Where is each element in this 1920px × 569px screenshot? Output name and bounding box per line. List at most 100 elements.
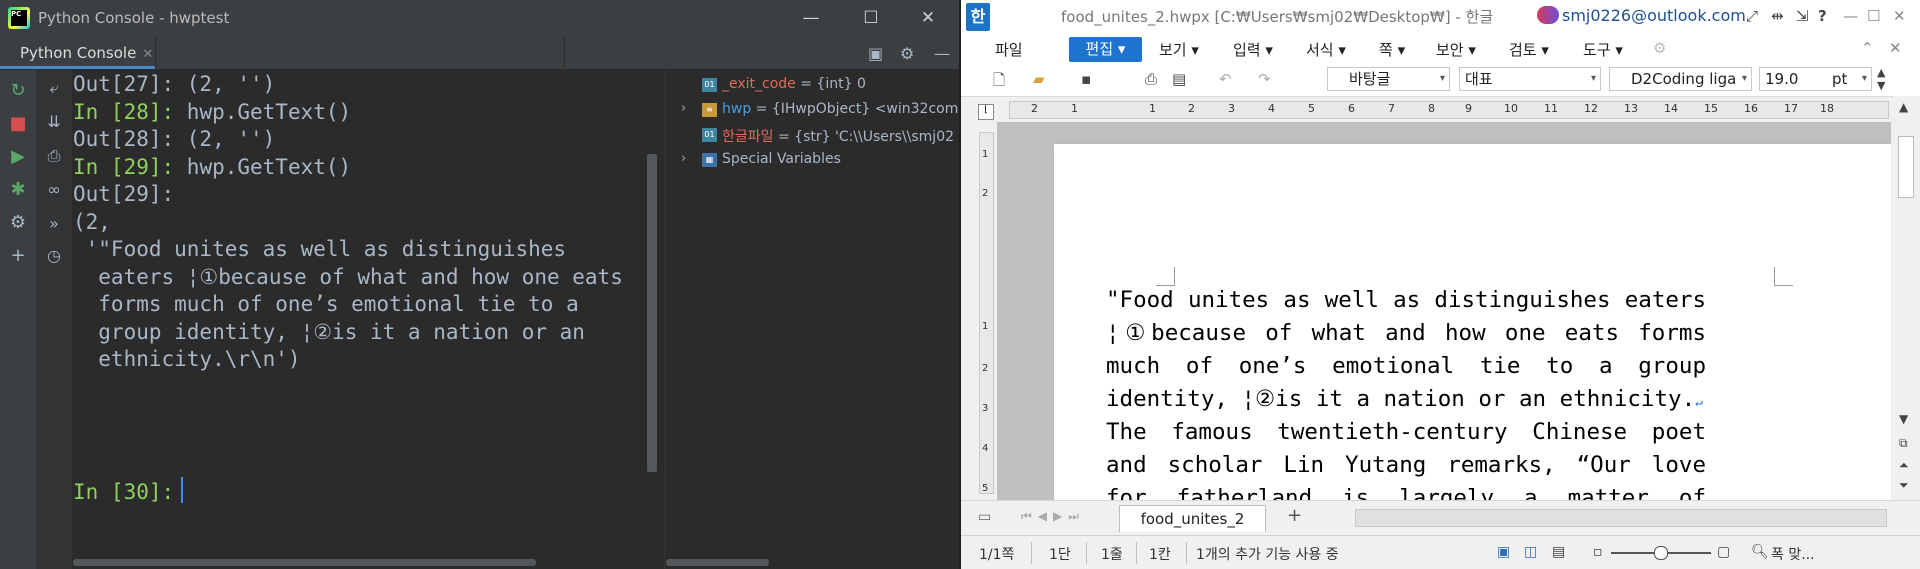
minimize-button[interactable]: —	[1843, 7, 1858, 25]
print-icon[interactable]: ⎙	[1145, 70, 1157, 88]
menu-format[interactable]: 서식 ▾	[1306, 39, 1346, 60]
variable-row[interactable]: 01 _exit_code = {int} 0	[665, 74, 959, 100]
text-line: much of one’s emotional tie to a group	[1106, 353, 1706, 379]
console-vertical-scrollbar[interactable]	[647, 154, 657, 472]
soft-wrap-icon[interactable]: ⤶	[36, 78, 72, 98]
tab-python-console[interactable]: Python Console ✕	[0, 37, 155, 69]
plugin-icon[interactable]: ⚙	[1653, 39, 1666, 57]
minimize-button[interactable]: —	[783, 0, 839, 37]
view-normal-icon[interactable]: ▣	[1497, 544, 1510, 560]
close-doc-icon[interactable]: ✕	[1889, 39, 1902, 57]
split-icon[interactable]: ⇹	[1771, 7, 1784, 25]
scroll-to-end-icon[interactable]: ⇊	[36, 112, 72, 131]
menu-tools[interactable]: 도구 ▾	[1583, 39, 1623, 60]
scroll-thumb[interactable]	[1898, 136, 1914, 198]
status-divider	[1186, 542, 1187, 564]
expand-chevron-icon[interactable]: ›	[681, 101, 686, 116]
expand-chevron-icon[interactable]: ›	[681, 151, 686, 166]
style-select[interactable]: 바탕글 ▾	[1327, 67, 1450, 91]
font-name-select[interactable]: D2Coding liga ▾	[1609, 67, 1752, 91]
preview-icon[interactable]: ▤	[1172, 70, 1186, 88]
view-width-icon[interactable]: ◫	[1524, 544, 1537, 560]
debug-icon[interactable]: ✱	[0, 179, 36, 200]
close-button[interactable]: ✕	[900, 0, 956, 37]
console-horizontal-scrollbar[interactable]	[73, 559, 536, 566]
menu-view[interactable]: 보기 ▾	[1159, 39, 1199, 60]
zoom-out-icon[interactable]: ▫	[1593, 544, 1603, 560]
variable-row[interactable]: › ▦ Special Variables	[665, 149, 959, 175]
new-document-icon[interactable]: 🗋	[993, 70, 1005, 95]
redo-icon[interactable]: ↷	[1258, 70, 1271, 88]
font-size-input[interactable]: 19.0 pt ▾	[1759, 67, 1872, 91]
fullscreen-icon[interactable]: ⤢	[1746, 7, 1758, 25]
hide-icon[interactable]: —	[934, 44, 950, 63]
history-icon[interactable]: ◷	[36, 246, 72, 265]
add-icon[interactable]: +	[0, 245, 36, 266]
status-page[interactable]: 1/1쪽	[979, 544, 1014, 564]
undo-icon[interactable]: ↶	[1219, 70, 1232, 88]
print-icon[interactable]: ⎙	[36, 146, 72, 166]
ruler-number: 1	[1149, 102, 1156, 115]
tab-navigation-icon[interactable]: ⏮◀▶⏭	[1021, 509, 1085, 524]
zoom-slider-thumb[interactable]	[1654, 546, 1668, 560]
stop-icon[interactable]: ■	[0, 113, 36, 134]
variable-row[interactable]: 01 한글파일 = {str} 'C:\\Users\\smj02	[665, 124, 959, 150]
paragraph-mark-icon: ↵	[1695, 395, 1703, 410]
scroll-up-icon[interactable]: ▲	[1899, 100, 1908, 114]
run-icon[interactable]: ▶	[0, 146, 36, 167]
horizontal-scrollbar[interactable]	[1355, 509, 1887, 527]
menu-security[interactable]: 보안 ▾	[1436, 39, 1476, 60]
prev-page-icon[interactable]: ⧉	[1899, 436, 1908, 451]
maximize-button[interactable]: ☐	[1867, 7, 1880, 25]
document-area[interactable]: "Food unites as well as distinguishes ea…	[997, 122, 1891, 500]
pycharm-window: PC Python Console - hwptest — ☐ ✕ Python…	[0, 0, 959, 569]
rerun-icon[interactable]: ↻	[0, 80, 36, 101]
horizontal-ruler[interactable]: 2 1 1 2 3 4 5 6 7 8 9 10 11 12 13 14 15 …	[1009, 101, 1889, 119]
next-page-up-icon[interactable]: ⏶	[1899, 458, 1909, 473]
console-input-line[interactable]: In [30]:	[73, 480, 187, 504]
settings-icon[interactable]: ⚙	[0, 212, 36, 233]
text-caret	[181, 477, 183, 503]
font-size-stepper-icon[interactable]: ▲ ▼	[1877, 66, 1885, 92]
tab-list-icon[interactable]: ▭	[978, 509, 991, 525]
scroll-down-icon[interactable]: ▼	[1899, 412, 1908, 426]
help-icon[interactable]: ?	[1818, 7, 1827, 25]
add-tab-icon[interactable]: +	[1287, 505, 1302, 526]
vertical-scrollbar[interactable]: ▲ ▼ ⧉ ⏶ ⏷	[1893, 96, 1920, 500]
menu-file[interactable]: 파일	[995, 39, 1023, 60]
font-language-select[interactable]: 대표 ▾	[1459, 67, 1601, 91]
ruler-number: 17	[1784, 102, 1798, 115]
restore-icon[interactable]: ⇲	[1796, 7, 1809, 25]
view-page-icon[interactable]: ▤	[1552, 544, 1565, 560]
zoom-search-icon[interactable]: 🔍︎	[1751, 544, 1769, 560]
save-icon[interactable]: ▪	[1081, 70, 1091, 88]
console-output[interactable]: Out[27]: (2, '') In [28]: hwp.GetText() …	[72, 70, 660, 569]
menu-page[interactable]: 쪽 ▾	[1379, 39, 1405, 60]
console-action-bar: ↻ ■ ▶ ✱ ⚙ +	[0, 70, 36, 569]
layout-icon[interactable]: ▣	[868, 44, 883, 63]
next-page-down-icon[interactable]: ⏷	[1899, 478, 1909, 493]
account-email[interactable]: smj0226@outlook.com	[1562, 6, 1746, 25]
variable-row[interactable]: › ≡ hwp = {IHwpObject} <win32com.gen_py	[665, 99, 959, 125]
ruler-number: 1	[982, 149, 989, 160]
status-message[interactable]: 1개의 추가 기능 사용 중	[1196, 544, 1339, 564]
menu-insert[interactable]: 입력 ▾	[1233, 39, 1273, 60]
zoom-fit-label[interactable]: 폭 맞...	[1771, 544, 1815, 564]
close-tab-icon[interactable]: ✕	[142, 47, 153, 62]
zoom-in-icon[interactable]: ▢	[1717, 544, 1730, 560]
variables-panel: 01 _exit_code = {int} 0 › ≡ hwp = {IHwpO…	[664, 70, 959, 569]
tab-stop-toggle-icon[interactable]: ⌊	[978, 104, 994, 120]
menu-review[interactable]: 검토 ▾	[1509, 39, 1549, 60]
gear-icon[interactable]: ⚙	[900, 44, 914, 63]
close-button[interactable]: ✕	[1893, 7, 1906, 25]
account-icon[interactable]	[1537, 6, 1559, 24]
open-folder-icon[interactable]: ▰	[1033, 70, 1045, 88]
collapse-ribbon-icon[interactable]: ⌃	[1861, 39, 1874, 57]
vertical-ruler[interactable]: 1 2 1 2 3 4 5	[979, 132, 994, 494]
menu-edit[interactable]: 편집 ▾	[1069, 37, 1142, 62]
command-queue-icon[interactable]: »	[36, 214, 72, 233]
show-variables-icon[interactable]: ∞	[36, 180, 72, 199]
variables-horizontal-scrollbar[interactable]	[666, 559, 769, 566]
tab-food-unites-2[interactable]: food_unites_2	[1119, 505, 1266, 532]
maximize-button[interactable]: ☐	[843, 0, 899, 37]
